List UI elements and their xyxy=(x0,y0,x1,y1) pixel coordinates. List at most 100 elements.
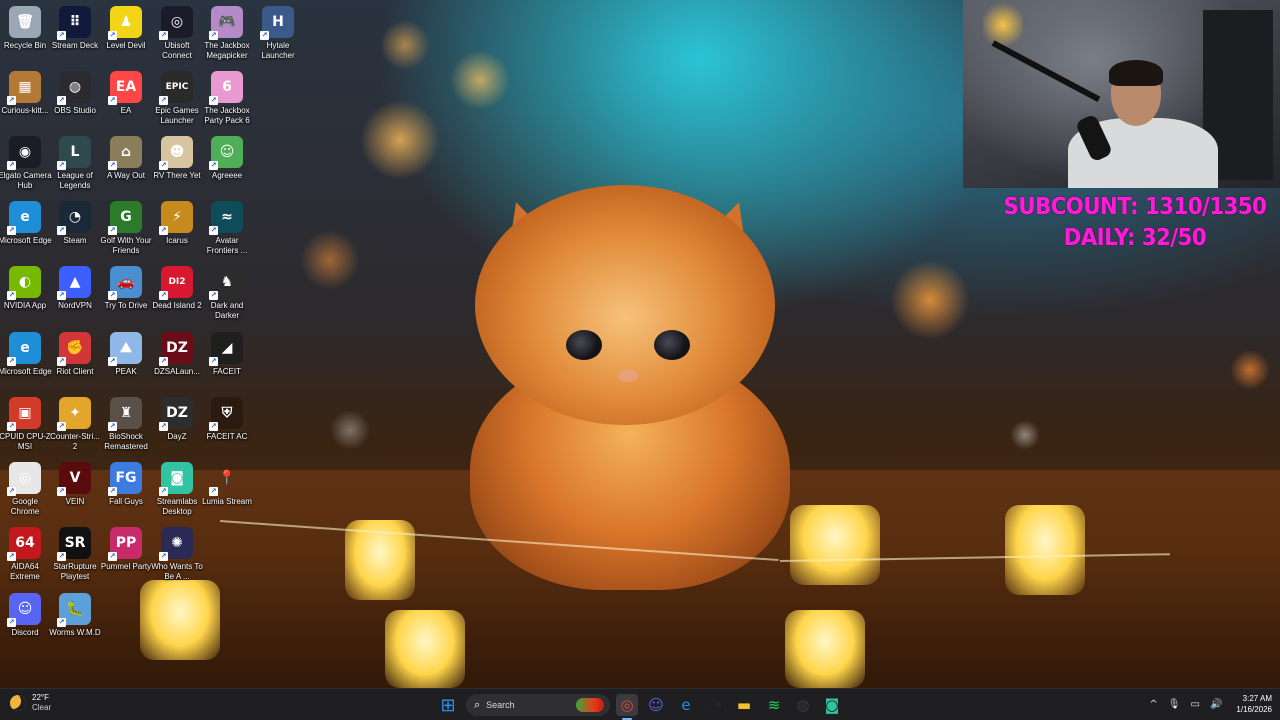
desktop-icon-discord[interactable]: ☺ ↗ Discord xyxy=(0,593,50,638)
desktop-icon-counter-strike[interactable]: ✦ ↗ Counter-Stri... 2 xyxy=(50,397,100,452)
desktop-icon-microsoft-edge[interactable]: e ↗ Microsoft Edge xyxy=(0,332,52,377)
windows-start-button[interactable]: ⊞ xyxy=(437,694,459,716)
desktop-icon-label: Worms W.M.D xyxy=(49,628,101,637)
taskbar-file-explorer-button[interactable]: ▬ xyxy=(733,694,755,716)
desktop-icon-faceit-ac[interactable]: ⛨ ↗ FACEIT AC xyxy=(202,397,252,442)
desktop-icon-streamlabs[interactable]: ◙ ↗ Streamlabs Desktop xyxy=(152,462,202,517)
desktop-icon-steam[interactable]: ◔ ↗ Steam xyxy=(50,201,100,246)
desktop-icon-pummel-party[interactable]: PP ↗ Pummel Party xyxy=(101,527,151,572)
desktop-icon-bioshock[interactable]: ♜ ↗ BioShock Remastered xyxy=(101,397,151,452)
desktop-icon-label: DayZ xyxy=(167,432,187,441)
pummel-party-icon: PP ↗ xyxy=(108,527,142,561)
desktop-icon-folder[interactable]: ▦ ↗ Curious-kitt... xyxy=(0,71,50,116)
fairy-lamp xyxy=(140,580,220,660)
desktop-icon-microsoft-edge[interactable]: e ↗ Microsoft Edge xyxy=(0,201,52,246)
shortcut-arrow-icon: ↗ xyxy=(57,31,66,40)
desktop-icon-peak[interactable]: ⛰ ↗ PEAK xyxy=(101,332,151,377)
shortcut-arrow-icon: ↗ xyxy=(108,161,117,170)
weather-widget[interactable]: 22°F Clear xyxy=(10,693,51,713)
jackbox-party-pack-6-icon: 6 ↗ xyxy=(209,71,243,105)
desktop-icon-nordvpn[interactable]: ▲ ↗ NordVPN xyxy=(50,266,100,311)
desktop-icon-dark-and-darker[interactable]: ♞ ↗ Dark and Darker xyxy=(202,266,252,321)
chevron-up-icon[interactable]: ^ xyxy=(1149,699,1157,710)
desktop-icon-hytale-launcher[interactable]: H ↗ Hytale Launcher xyxy=(253,6,303,61)
desktop-icon-vein[interactable]: V ↗ VEIN xyxy=(50,462,100,507)
shortcut-arrow-icon: ↗ xyxy=(57,161,66,170)
desktop-icon-fall-guys[interactable]: FG ↗ Fall Guys xyxy=(101,462,151,507)
desktop-icon-label: Hytale Launcher xyxy=(261,41,295,60)
desktop-icon-riot-client[interactable]: ✊ ↗ Riot Client xyxy=(50,332,100,377)
taskbar-spotify-button[interactable]: ≋ xyxy=(763,694,785,716)
desktop-icon-nvidia-app[interactable]: ◐ ↗ NVIDIA App xyxy=(0,266,50,311)
desktop-icon-jackbox-party-pack-6[interactable]: 6 ↗ The Jackbox Party Pack 6 xyxy=(202,71,252,126)
desktop-icon-elgato-camera-hub[interactable]: ◉ ↗ Elgato Camera Hub xyxy=(0,136,52,191)
desktop-icon-dayz[interactable]: DZ ↗ DayZ xyxy=(152,397,202,442)
desktop-icon-level-devil[interactable]: ♟ ↗ Level Devil xyxy=(101,6,151,51)
peak-icon: ⛰ ↗ xyxy=(108,332,142,366)
desktop-icon-agreeee[interactable]: ☺ ↗ Agreeee xyxy=(202,136,252,181)
desktop-icon-label: Level Devil xyxy=(106,41,146,50)
taskbar-steam-button[interactable]: ◔ xyxy=(704,694,726,716)
microphone-icon[interactable]: 🎙 xyxy=(1168,699,1181,710)
desktop-icon-icarus[interactable]: ⚡ ↗ Icarus xyxy=(152,201,202,246)
desktop-icon-label: DZSALaun... xyxy=(154,367,200,376)
desktop-icon-dzsa-launcher[interactable]: DZ ↗ DZSALaun... xyxy=(152,332,202,377)
clock[interactable]: 3:27 AM 1/16/2026 xyxy=(1236,693,1272,715)
weather-condition: Clear xyxy=(32,703,52,712)
desktop-icon-epic-games[interactable]: EPIC ↗ Epic Games Launcher xyxy=(152,71,202,126)
webcam-overlay xyxy=(963,0,1280,188)
aida64-icon: 64 ↗ xyxy=(7,527,41,561)
desktop-icon-cpu-z[interactable]: ▣ ↗ CPUID CPU-Z MSI xyxy=(0,397,51,452)
dayz-icon: DZ ↗ xyxy=(159,397,193,431)
desktop-icon-label: Avatar Frontiers ... xyxy=(206,236,248,255)
desktop-icon-ubisoft-connect[interactable]: ◎ ↗ Ubisoft Connect xyxy=(152,6,202,61)
ea-icon: EA ↗ xyxy=(108,71,142,105)
desktop-icon-faceit[interactable]: ◢ ↗ FACEIT xyxy=(202,332,252,377)
shortcut-arrow-icon: ↗ xyxy=(209,161,218,170)
desktop-icon-golf-with-your-friends[interactable]: G ↗ Golf With Your Friends xyxy=(100,201,152,256)
desktop-icon-aida64[interactable]: 64 ↗ AIDA64 Extreme xyxy=(0,527,50,582)
shortcut-arrow-icon: ↗ xyxy=(209,291,218,300)
fairy-lamp xyxy=(785,610,865,688)
taskbar-discord-button[interactable]: ☺ xyxy=(645,694,667,716)
who-wants-to-be-icon: ✺ ↗ xyxy=(159,527,193,561)
desktop-icon-dead-island-2[interactable]: DI2 ↗ Dead Island 2 xyxy=(152,266,202,311)
desktop-icon-starrupture[interactable]: SR ↗ StarRupture Playtest xyxy=(50,527,100,582)
volume-icon[interactable]: 🔊 xyxy=(1210,699,1222,710)
desktop-icon-jackbox-megapicker[interactable]: 🎮 ↗ The Jackbox Megapicker xyxy=(202,6,252,61)
fairy-lamp xyxy=(790,505,880,585)
desktop-icon-who-wants-to-be[interactable]: ✺ ↗ Who Wants To Be A ... xyxy=(151,527,203,582)
taskbar-microsoft-edge-button[interactable]: e xyxy=(675,694,697,716)
desktop-icon-avatar-frontiers[interactable]: ≈ ↗ Avatar Frontiers ... xyxy=(202,201,252,256)
google-chrome-icon: ◎ xyxy=(620,696,634,714)
taskbar-search[interactable]: ⌕ Search xyxy=(466,694,610,716)
desktop-icon-label: RV There Yet xyxy=(153,171,201,180)
desktop-icon-stream-deck[interactable]: ⠿ ↗ Stream Deck xyxy=(50,6,100,51)
google-chrome-icon: ◎ ↗ xyxy=(7,462,41,496)
desktop-icon-worms-wmd[interactable]: 🐛 ↗ Worms W.M.D xyxy=(49,593,101,638)
shortcut-arrow-icon: ↗ xyxy=(159,422,168,431)
taskbar-google-chrome-button[interactable]: ◎ xyxy=(616,694,638,716)
taskbar: 22°F Clear ⊞ ⌕ Search ◎ ☺ e ◔ ▬ ≋ ◍ ◙ ^ 🎙 ▭ 🔊 3… xyxy=(0,688,1280,720)
desktop-icon-label: NVIDIA App xyxy=(3,301,47,310)
desktop-icon-recycle-bin[interactable]: 🗑 Recycle Bin xyxy=(0,6,50,51)
desktop-icon-label: League of Legends xyxy=(57,171,93,190)
taskbar-streamlabs-button[interactable]: ◙ xyxy=(821,694,843,716)
league-of-legends-icon: L ↗ xyxy=(57,136,91,170)
windows-start-icon: ⊞ xyxy=(440,694,456,716)
desktop-icon-league-of-legends[interactable]: L ↗ League of Legends xyxy=(50,136,100,191)
kitten-eye-right xyxy=(654,330,690,360)
bokeh-light xyxy=(360,100,440,180)
desktop-icon-try-to-drive[interactable]: 🚗 ↗ Try To Drive xyxy=(101,266,151,311)
desktop-icon-google-chrome[interactable]: ◎ ↗ Google Chrome xyxy=(0,462,50,517)
desktop-icon-obs-studio[interactable]: ◍ ↗ OBS Studio xyxy=(50,71,100,116)
stream-deck-icon: ⠿ ↗ xyxy=(57,6,91,40)
desktop-icon-lumia-stream[interactable]: 📍 ↗ Lumia Stream xyxy=(202,462,252,507)
desktop-icon-label: Discord xyxy=(11,628,39,637)
desktop-icon-ea[interactable]: EA ↗ EA xyxy=(101,71,151,116)
taskbar-obs-studio-button[interactable]: ◍ xyxy=(792,694,814,716)
shortcut-arrow-icon: ↗ xyxy=(108,96,117,105)
network-icon[interactable]: ▭ xyxy=(1191,699,1200,710)
desktop-icon-rv-there-yet[interactable]: ☻ ↗ RV There Yet xyxy=(152,136,202,181)
desktop-icon-a-way-out[interactable]: ⌂ ↗ A Way Out xyxy=(101,136,151,181)
